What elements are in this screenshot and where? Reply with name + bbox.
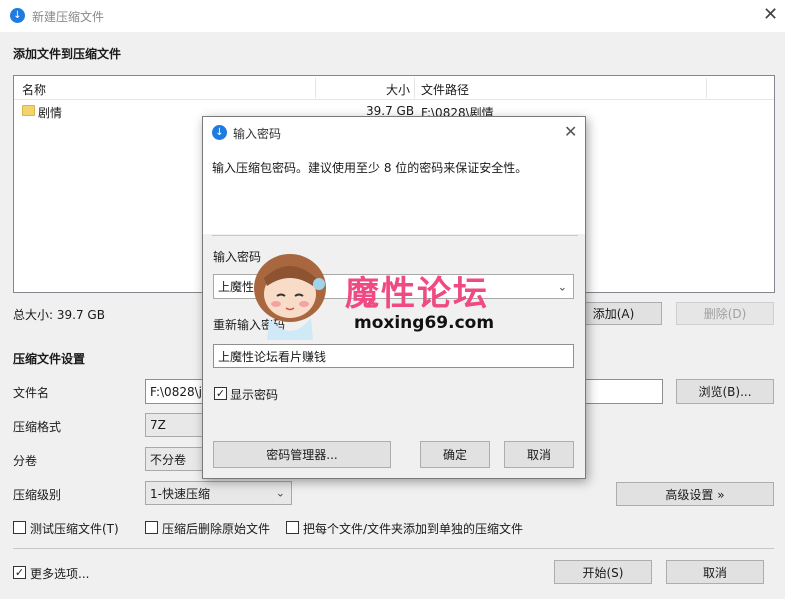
level-select[interactable]: 1-快速压缩 ⌄ <box>145 481 292 505</box>
mascot-watermark <box>247 248 333 344</box>
show-password-checkbox[interactable]: ✓ <box>214 387 227 400</box>
checkmark-icon: ✓ <box>14 566 25 579</box>
chevron-down-icon: ⌄ <box>275 486 285 500</box>
separate-archives-checkbox[interactable] <box>286 521 299 534</box>
dialog-description-area: 输入压缩包密码。建议使用至少 8 位的密码来保证安全性。 <box>203 147 585 234</box>
test-archive-checkbox[interactable] <box>13 521 26 534</box>
separate-archives-label[interactable]: 把每个文件/文件夹添加到单独的压缩文件 <box>303 520 523 537</box>
row-name: 剧情 <box>38 106 63 120</box>
folder-icon <box>22 105 35 116</box>
test-archive-label[interactable]: 测试压缩文件(T) <box>30 520 119 537</box>
total-size: 总大小: 39.7 GB <box>13 308 105 322</box>
dialog-titlebar: ↓ 输入密码 ✕ <box>203 117 585 147</box>
close-icon[interactable]: ✕ <box>564 123 577 141</box>
divider <box>212 235 578 236</box>
column-size[interactable]: 大小 <box>386 81 410 98</box>
file-list-header: 名称 大小 文件路径 <box>14 76 774 100</box>
more-options-checkbox[interactable]: ✓ <box>13 566 26 579</box>
level-value: 1-快速压缩 <box>150 486 210 501</box>
add-files-heading: 添加文件到压缩文件 <box>13 47 122 61</box>
volume-label: 分卷 <box>13 454 38 468</box>
delete-originals-checkbox[interactable] <box>145 521 158 534</box>
dialog-title: 输入密码 <box>233 127 282 141</box>
window-title: 新建压缩文件 <box>32 10 105 24</box>
level-label: 压缩级别 <box>13 488 62 502</box>
column-name[interactable]: 名称 <box>22 81 46 98</box>
app-arrow-icon: ↓ <box>10 8 25 23</box>
main-cancel-button[interactable]: 取消 <box>666 560 764 584</box>
delete-originals-label[interactable]: 压缩后删除原始文件 <box>162 520 270 537</box>
confirm-password-input[interactable]: 上魔性论坛看片赚钱 <box>213 344 574 368</box>
ok-button[interactable]: 确定 <box>420 441 490 468</box>
column-divider[interactable] <box>414 78 415 98</box>
window-titlebar: ↓ 新建压缩文件 ✕ <box>0 0 785 32</box>
format-label: 压缩格式 <box>13 420 62 434</box>
show-password-label[interactable]: 显示密码 <box>230 386 278 403</box>
app-arrow-icon: ↓ <box>212 125 227 140</box>
chevron-down-icon: ⌄ <box>557 280 567 293</box>
watermark-text: 魔性论坛 <box>345 274 489 314</box>
watermark-url: moxing69.com <box>354 313 495 333</box>
password-manager-button[interactable]: 密码管理器... <box>213 441 391 468</box>
dialog-cancel-button[interactable]: 取消 <box>504 441 574 468</box>
browse-button[interactable]: 浏览(B)... <box>676 379 774 404</box>
volume-value: 不分卷 <box>150 452 187 467</box>
dialog-description: 输入压缩包密码。建议使用至少 8 位的密码来保证安全性。 <box>212 161 528 175</box>
advanced-settings-button[interactable]: 高级设置 » <box>616 482 774 506</box>
delete-button[interactable]: 删除(D) <box>676 302 774 325</box>
column-path[interactable]: 文件路径 <box>421 81 469 98</box>
column-divider[interactable] <box>706 78 707 98</box>
checkmark-icon: ✓ <box>215 387 226 400</box>
column-divider[interactable] <box>315 78 316 98</box>
more-options-label[interactable]: 更多选项... <box>30 565 89 582</box>
divider <box>13 548 774 549</box>
format-value: 7Z <box>150 418 166 432</box>
filename-label: 文件名 <box>13 386 50 400</box>
start-button[interactable]: 开始(S) <box>554 560 652 584</box>
close-icon[interactable]: ✕ <box>763 6 778 24</box>
settings-heading: 压缩文件设置 <box>13 352 86 366</box>
